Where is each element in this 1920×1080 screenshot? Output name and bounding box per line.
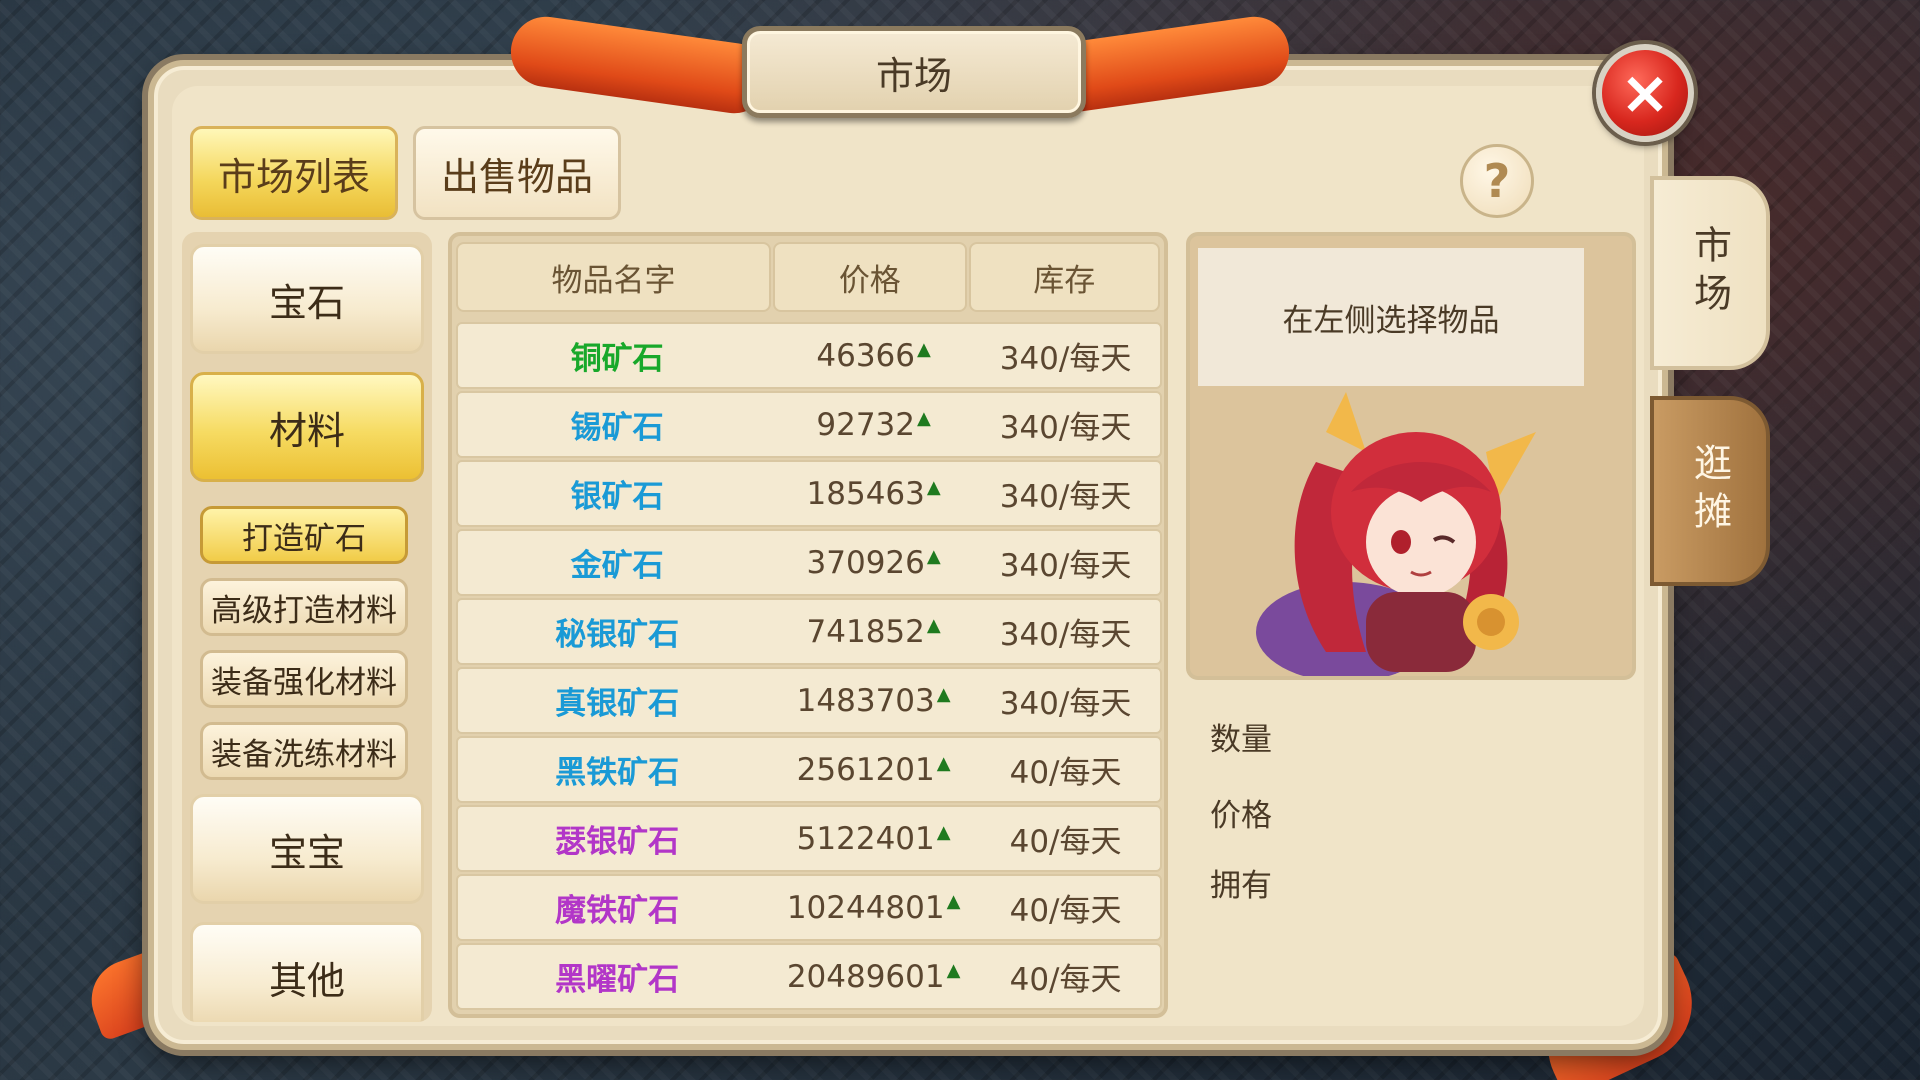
- item-price: 46366 ▲: [776, 324, 971, 387]
- item-price: 10244801 ▲: [776, 876, 971, 939]
- category-list[interactable]: 宝石 材料 打造矿石 高级打造材料 装备强化材料 装备洗练材料 宝宝 其他: [182, 232, 432, 1022]
- price-up-icon: ▲: [936, 822, 951, 843]
- close-button[interactable]: ×: [1596, 44, 1694, 142]
- item-name: 秘银矿石: [555, 617, 680, 653]
- subcategory-refine-materials[interactable]: 装备洗练材料: [200, 722, 408, 780]
- item-stock: 340/每天: [999, 548, 1132, 584]
- item-price-value: 1483703: [796, 682, 935, 719]
- item-price-value: 92732: [816, 406, 916, 443]
- item-price: 370926 ▲: [776, 531, 971, 594]
- item-price: 92732 ▲: [776, 393, 971, 456]
- item-price: 185463 ▲: [776, 462, 971, 525]
- category-gems[interactable]: 宝石: [190, 244, 424, 354]
- item-name: 铜矿石: [570, 341, 664, 377]
- table-row[interactable]: 真银矿石 1483703 ▲ 340/每天: [456, 667, 1162, 734]
- price-label: 价格: [1210, 798, 1272, 834]
- close-icon: ×: [1619, 58, 1671, 128]
- side-tab-stalls[interactable]: 逛摊: [1650, 396, 1770, 586]
- price-up-icon: ▲: [926, 546, 941, 567]
- item-price: 1483703 ▲: [776, 669, 971, 732]
- header-price: 价格: [773, 242, 967, 312]
- table-row[interactable]: 金矿石 370926 ▲ 340/每天: [456, 529, 1162, 596]
- tab-market-list[interactable]: 市场列表: [190, 126, 398, 220]
- item-name: 金矿石: [570, 548, 664, 584]
- price-up-icon: ▲: [946, 960, 961, 981]
- owned-label: 拥有: [1210, 868, 1272, 904]
- category-materials[interactable]: 材料: [190, 372, 424, 482]
- item-name: 魔铁矿石: [555, 893, 680, 929]
- item-stock: 40/每天: [1009, 755, 1122, 791]
- item-price-value: 741852: [806, 613, 925, 650]
- table-row[interactable]: 铜矿石 46366 ▲ 340/每天: [456, 322, 1162, 389]
- item-name: 银矿石: [570, 479, 664, 515]
- tab-sell-items[interactable]: 出售物品: [413, 126, 621, 220]
- item-price-value: 20489601: [786, 958, 945, 995]
- price-up-icon: ▲: [946, 891, 961, 912]
- item-stock: 40/每天: [1009, 893, 1122, 929]
- item-name: 黑铁矿石: [555, 755, 680, 791]
- item-stock: 40/每天: [1009, 824, 1122, 860]
- header-item-name: 物品名字: [456, 242, 772, 312]
- price-up-icon: ▲: [926, 615, 941, 636]
- side-tab-market[interactable]: 市场: [1650, 176, 1770, 370]
- table-row[interactable]: 黑铁矿石 2561201 ▲ 40/每天: [456, 736, 1162, 803]
- window-title: 市场: [742, 26, 1086, 118]
- table-row[interactable]: 魔铁矿石 10244801 ▲ 40/每天: [456, 874, 1162, 941]
- question-icon: ?: [1483, 154, 1511, 208]
- item-stock: 340/每天: [999, 479, 1132, 515]
- table-row[interactable]: 秘银矿石 741852 ▲ 340/每天: [456, 598, 1162, 665]
- item-stock: 340/每天: [999, 410, 1132, 446]
- item-price: 5122401 ▲: [776, 807, 971, 870]
- table-row[interactable]: 黑曜矿石 20489601 ▲ 40/每天: [456, 943, 1162, 1010]
- table-body: 铜矿石 46366 ▲ 340/每天 锡矿石 92732 ▲ 340/每天 银矿石 185463 ▲…: [456, 322, 1162, 1012]
- item-name: 真银矿石: [555, 686, 680, 722]
- item-price-value: 10244801: [786, 889, 945, 926]
- quantity-label: 数量: [1210, 722, 1272, 758]
- table-row[interactable]: 银矿石 185463 ▲ 340/每天: [456, 460, 1162, 527]
- market-table: 物品名字 价格 库存 铜矿石 46366 ▲ 340/每天 锡矿石 92732 ▲ 340/每…: [448, 232, 1168, 1018]
- item-name: 黑曜矿石: [555, 962, 680, 998]
- price-up-icon: ▲: [926, 477, 941, 498]
- item-detail-panel: 在左侧选择物品: [1186, 232, 1636, 680]
- select-item-hint: 在左侧选择物品: [1198, 248, 1584, 386]
- item-price-value: 370926: [806, 544, 925, 581]
- table-row[interactable]: 锡矿石 92732 ▲ 340/每天: [456, 391, 1162, 458]
- item-price-value: 5122401: [796, 820, 935, 857]
- subcategory-forging-ore[interactable]: 打造矿石: [200, 506, 408, 564]
- item-price: 741852 ▲: [776, 600, 971, 663]
- price-up-icon: ▲: [936, 684, 951, 705]
- price-up-icon: ▲: [917, 339, 931, 360]
- header-stock: 库存: [968, 242, 1160, 312]
- item-name: 锡矿石: [570, 410, 664, 446]
- item-stock: 340/每天: [999, 686, 1132, 722]
- price-up-icon: ▲: [917, 408, 931, 429]
- subcategory-enhance-materials[interactable]: 装备强化材料: [200, 650, 408, 708]
- category-other[interactable]: 其他: [190, 922, 424, 1022]
- price-up-icon: ▲: [936, 753, 951, 774]
- table-row[interactable]: 瑟银矿石 5122401 ▲ 40/每天: [456, 805, 1162, 872]
- item-stock: 340/每天: [999, 617, 1132, 653]
- item-name: 瑟银矿石: [555, 824, 680, 860]
- item-price: 20489601 ▲: [776, 945, 971, 1008]
- character-portrait: [1256, 392, 1536, 676]
- category-pets[interactable]: 宝宝: [190, 794, 424, 904]
- subcategory-advanced-forging[interactable]: 高级打造材料: [200, 578, 408, 636]
- item-stock: 340/每天: [999, 341, 1132, 377]
- item-price: 2561201 ▲: [776, 738, 971, 801]
- table-header: 物品名字 价格 库存: [456, 242, 1162, 312]
- item-price-value: 46366: [816, 337, 916, 374]
- item-price-value: 185463: [806, 475, 925, 512]
- item-stock: 40/每天: [1009, 962, 1122, 998]
- item-price-value: 2561201: [796, 751, 935, 788]
- help-button[interactable]: ?: [1460, 144, 1534, 218]
